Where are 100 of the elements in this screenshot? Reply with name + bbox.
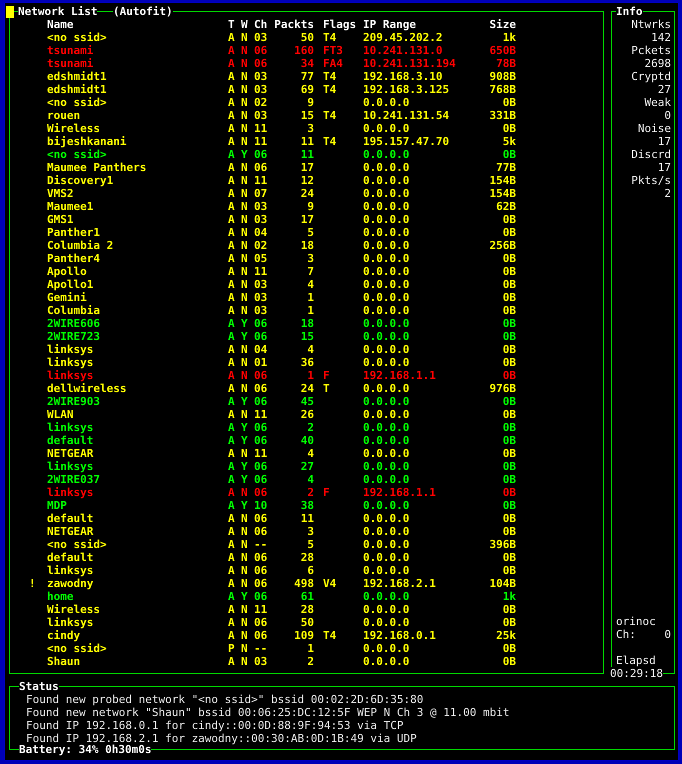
name-cell-text: default [47, 551, 94, 564]
wep-cell-text: N [241, 369, 249, 382]
channel-label: Ch: [616, 628, 636, 641]
ip-cell-text: 0.0.0.0 [363, 382, 410, 395]
packets-cell-text: 4 [306, 343, 314, 356]
type-cell-text: P [228, 642, 236, 655]
name-cell-text: <no ssid> [47, 538, 108, 551]
flags-cell-text: FA4 [323, 57, 344, 70]
type-cell-text: A [228, 551, 236, 564]
size-cell-text: 0B [502, 317, 516, 330]
ip-cell-text: 192.168.1.1 [363, 369, 437, 382]
packets-cell-text: 3 [306, 525, 314, 538]
card-name: orinoc [616, 615, 656, 628]
packets-cell-text: 27 [300, 460, 314, 473]
packets-cell-text: 24 [300, 382, 314, 395]
type-cell-text: A [228, 499, 236, 512]
size-cell-text: 0B [502, 460, 516, 473]
channel-cell-text: 06 [254, 525, 268, 538]
ip-cell-text: 192.168.3.125 [363, 83, 450, 96]
channel-cell-text: 03 [254, 70, 268, 83]
packets-cell-text: 2 [306, 421, 314, 434]
channel-cell-text: 06 [254, 460, 268, 473]
size-cell-text: 62B [495, 200, 516, 213]
channel-cell-text: 11 [254, 603, 268, 616]
wep-cell-text: N [241, 239, 249, 252]
stat-label: Weak [644, 96, 671, 109]
type-cell-text: A [228, 161, 236, 174]
size-cell-text: 0B [502, 291, 516, 304]
ip-cell-text: 0.0.0.0 [363, 603, 410, 616]
packets-cell-text: 50 [300, 31, 314, 44]
wep-cell-text: N [241, 356, 249, 369]
wep-cell-text: N [241, 486, 249, 499]
channel-cell-text: 06 [254, 590, 268, 603]
type-cell-text: A [228, 174, 236, 187]
type-cell-text: A [228, 109, 236, 122]
wep-cell-text: N [241, 655, 249, 668]
name-cell-text: tsunami [47, 44, 94, 57]
packets-cell-text: 34 [300, 57, 314, 70]
wep-cell-text: N [241, 408, 249, 421]
wep-cell-text: N [241, 538, 249, 551]
packets-cell-text: 40 [300, 434, 314, 447]
elapsed-label: Elapsd [616, 654, 656, 667]
type-cell-text: A [228, 603, 236, 616]
name-cell-text: Discovery1 [47, 174, 114, 187]
packets-cell-text: 36 [300, 356, 314, 369]
ip-cell-text: 0.0.0.0 [363, 356, 410, 369]
stat-value: 17 [658, 135, 671, 148]
wep-cell-text: N [241, 525, 249, 538]
packets-cell-text: 2 [306, 655, 314, 668]
name-cell-text: VMS2 [47, 187, 74, 200]
ip-cell-text: 192.168.3.10 [363, 70, 444, 83]
packets-cell-text: 18 [300, 239, 314, 252]
size-cell-text: 0B [502, 330, 516, 343]
type-cell-text: A [228, 278, 236, 291]
panel-title: Status [19, 680, 59, 693]
packets-cell-text: 45 [300, 395, 314, 408]
wep-cell-text: N [241, 122, 249, 135]
packets-cell-text: 5 [306, 538, 314, 551]
wep-cell-text: N [241, 226, 249, 239]
type-cell-text: A [228, 70, 236, 83]
channel-cell-text: 06 [254, 330, 268, 343]
packets-cell-text: 7 [306, 265, 314, 278]
packets-cell-text: 17 [300, 213, 314, 226]
channel-cell-text: 06 [254, 434, 268, 447]
channel-cell-text: 06 [254, 577, 268, 590]
name-cell-text: linksys [47, 421, 94, 434]
stat-label: Pkts/s [631, 174, 671, 187]
channel-cell-text: 11 [254, 265, 268, 278]
channel-cell-text: 10 [254, 499, 268, 512]
size-cell-text: 0B [502, 213, 516, 226]
ip-cell-text: 0.0.0.0 [363, 96, 410, 109]
channel-cell-text: 02 [254, 239, 268, 252]
channel-cell-text: 06 [254, 473, 268, 486]
channel-cell-text: -- [254, 538, 268, 551]
packets-cell-text: 6 [306, 564, 314, 577]
wep-cell-text: N [241, 174, 249, 187]
size-cell-text: 1k [502, 590, 516, 603]
wep-cell-text: N [241, 200, 249, 213]
channel-cell-text: 06 [254, 317, 268, 330]
type-cell-text: A [228, 252, 236, 265]
channel-cell-text: 03 [254, 213, 268, 226]
name-cell-text: edshmidt1 [47, 83, 108, 96]
wep-cell-text: N [241, 44, 249, 57]
name-cell-text: Maumee1 [47, 200, 94, 213]
wep-cell-text: N [241, 109, 249, 122]
name-cell-text: Wireless [47, 122, 101, 135]
channel-cell-text: 07 [254, 187, 268, 200]
channel-cell-text: 06 [254, 44, 268, 57]
type-cell-text: A [228, 577, 236, 590]
type-cell-text: A [228, 291, 236, 304]
wep-cell-text: N [241, 616, 249, 629]
ip-cell-text: 0.0.0.0 [363, 460, 410, 473]
wep-cell-text: N [241, 135, 249, 148]
packets-cell-text: 15 [300, 330, 314, 343]
packets-cell-text: 1 [306, 291, 314, 304]
wep-cell-text: Y [241, 590, 249, 603]
channel-cell-text: 06 [254, 161, 268, 174]
stat-value: 142 [651, 31, 671, 44]
wep-cell-text: N [241, 57, 249, 70]
channel-cell-text: 05 [254, 252, 268, 265]
